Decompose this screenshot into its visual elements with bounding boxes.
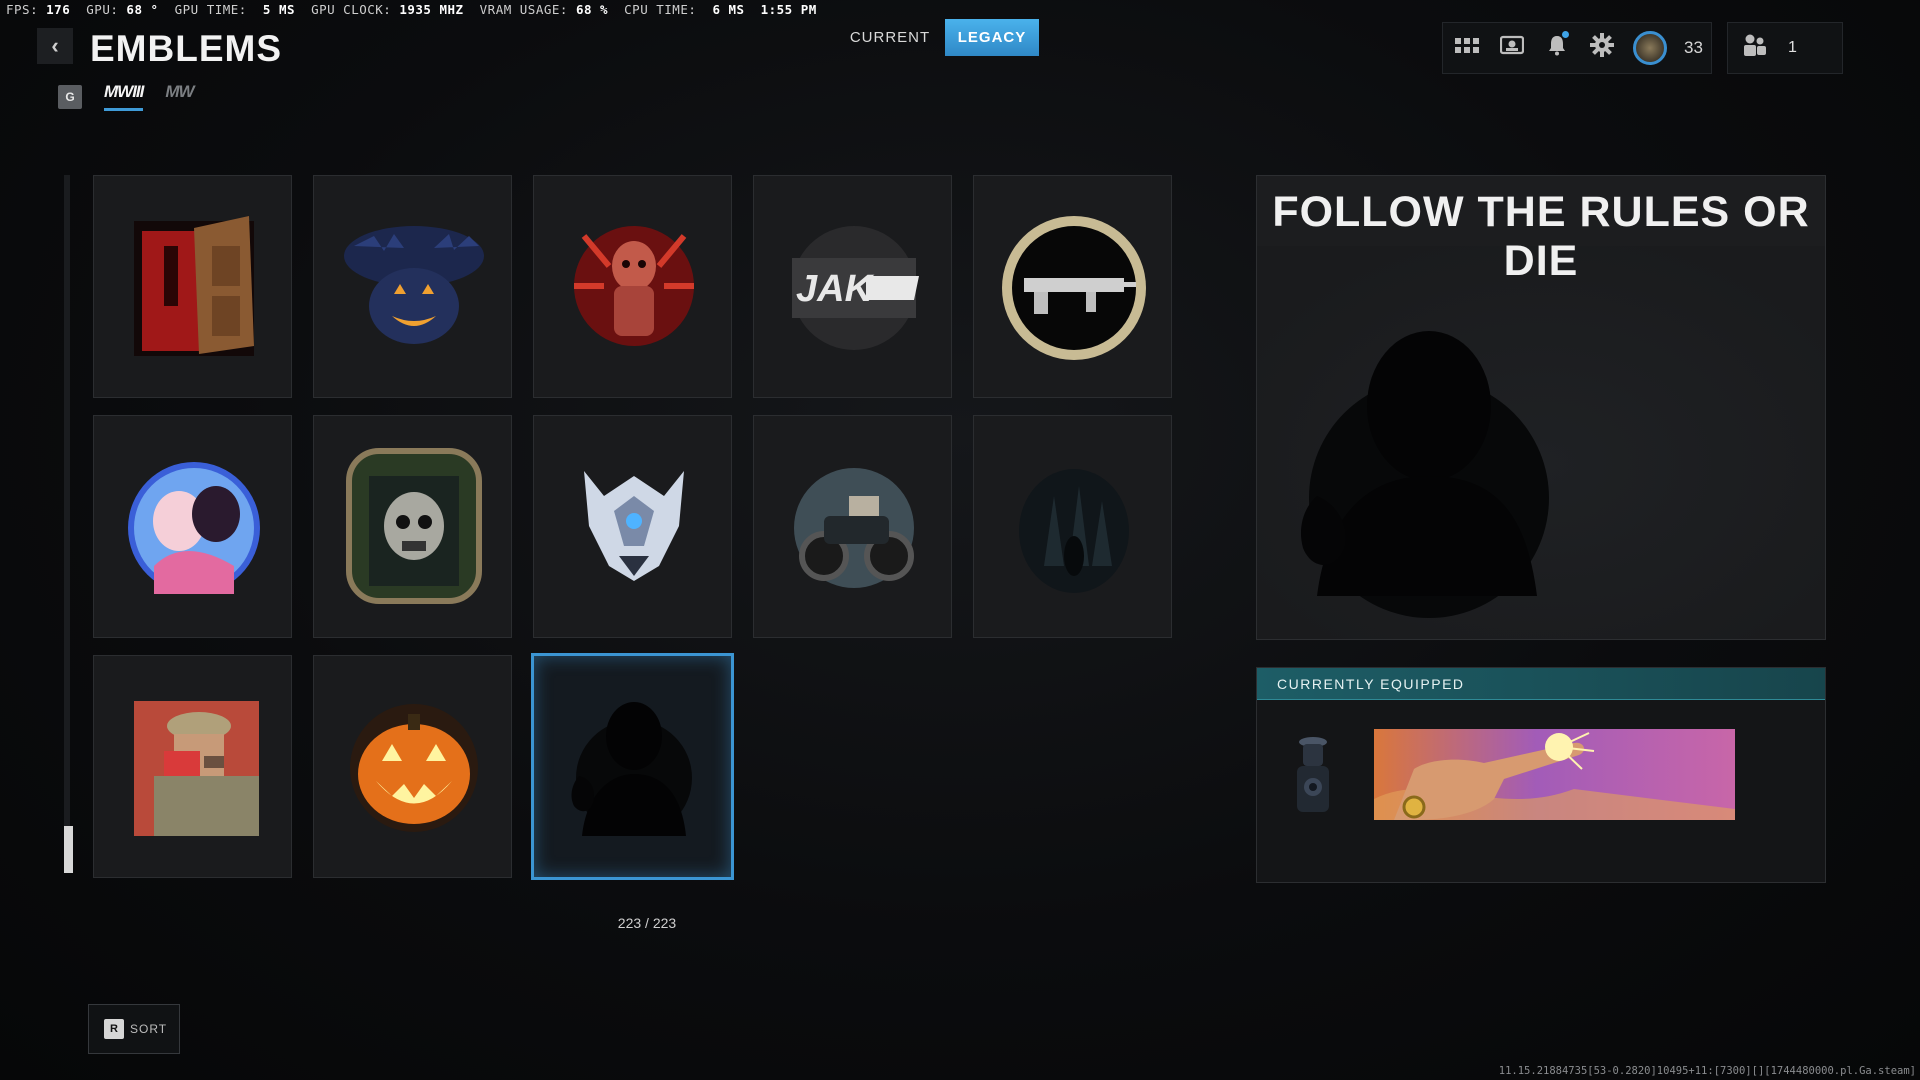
anime-couple-emblem-image bbox=[128, 462, 260, 594]
sort-label: SORT bbox=[130, 1022, 168, 1036]
sort-key-hint: R bbox=[104, 1019, 124, 1039]
cpu-time-value: 6 MS bbox=[712, 2, 745, 17]
currently-equipped-header: CURRENTLY EQUIPPED bbox=[1257, 668, 1825, 700]
party-panel[interactable]: 1 bbox=[1727, 22, 1843, 74]
bat-pumpkin-emblem-tile[interactable] bbox=[313, 175, 512, 398]
dark-forest-emblem-tile[interactable] bbox=[973, 415, 1172, 638]
gpu-time-value: 5 MS bbox=[262, 2, 295, 17]
jak-arms-emblem-tile[interactable]: JAK bbox=[753, 175, 952, 398]
player-level: 33 bbox=[1684, 38, 1703, 57]
id-card-icon[interactable] bbox=[1498, 35, 1526, 61]
page-title: EMBLEMS bbox=[90, 28, 282, 69]
party-icon bbox=[1740, 33, 1768, 63]
anime-couple-emblem-tile[interactable] bbox=[93, 415, 292, 638]
emblem-preview-panel: FOLLOW THE RULES OR DIE bbox=[1256, 175, 1826, 640]
bell-icon[interactable] bbox=[1543, 31, 1571, 62]
crystal-wolf-emblem-image bbox=[584, 471, 684, 581]
rifle-ring-emblem-image bbox=[1002, 216, 1146, 360]
jack-o-lantern-emblem-tile[interactable] bbox=[313, 655, 512, 878]
door-emblem-tile[interactable] bbox=[93, 175, 292, 398]
red-monster-emblem-tile[interactable] bbox=[533, 175, 732, 398]
notification-dot bbox=[1562, 31, 1569, 38]
crystal-wolf-emblem-tile[interactable] bbox=[533, 415, 732, 638]
equipped-calling-card[interactable] bbox=[1374, 729, 1735, 820]
chevron-left-icon: ‹ bbox=[51, 33, 59, 58]
motorcycle-emblem-tile[interactable] bbox=[753, 415, 952, 638]
tab-mwiii[interactable]: MWIII bbox=[104, 82, 144, 111]
grid-scrollbar-thumb[interactable] bbox=[64, 826, 73, 873]
party-count: 1 bbox=[1788, 39, 1797, 56]
dark-forest-emblem-image bbox=[1019, 469, 1129, 593]
jak-arms-emblem-image: JAK bbox=[792, 226, 919, 350]
tab-legacy[interactable]: LEGACY bbox=[945, 19, 1039, 56]
grid-scrollbar-track[interactable] bbox=[64, 175, 70, 873]
gpu-temp-value: 68 ° bbox=[126, 2, 159, 17]
player-avatar[interactable] bbox=[1633, 31, 1667, 65]
rifle-ring-emblem-tile[interactable] bbox=[973, 175, 1172, 398]
gpu-time-label: GPU TIME: bbox=[174, 2, 247, 17]
mode-tabs: CURRENT LEGACY bbox=[835, 19, 1039, 56]
grid-icon[interactable] bbox=[1453, 35, 1481, 61]
performance-overlay: FPS: 176 GPU: 68 ° GPU TIME: 5 MS GPU CL… bbox=[6, 2, 817, 17]
emblem-counter: 223 / 223 bbox=[617, 915, 677, 931]
tab-current[interactable]: CURRENT bbox=[835, 19, 945, 56]
top-right-toolbar: 33 bbox=[1442, 22, 1712, 74]
skull-frame-emblem-tile[interactable] bbox=[313, 415, 512, 638]
jack-o-lantern-emblem-image bbox=[350, 704, 478, 832]
equipped-operator-figure bbox=[1297, 737, 1329, 812]
bat-pumpkin-emblem-image bbox=[344, 226, 484, 344]
silhouette-emblem-image bbox=[571, 702, 692, 836]
gear-icon[interactable] bbox=[1588, 33, 1616, 63]
game-filter-tabs: G MWIII MW bbox=[58, 82, 195, 111]
currently-equipped-panel: CURRENTLY EQUIPPED bbox=[1256, 667, 1826, 883]
vram-label: VRAM USAGE: bbox=[479, 2, 568, 17]
door-emblem-image bbox=[134, 216, 254, 356]
gpu-clock-value: 1935 MHZ bbox=[399, 2, 464, 17]
gpu-label: GPU: bbox=[86, 2, 119, 17]
silhouette-emblem-tile[interactable] bbox=[531, 653, 734, 880]
cpu-time-label: CPU TIME: bbox=[624, 2, 697, 17]
skull-frame-emblem-image bbox=[346, 448, 482, 604]
build-info: 11.15.21884735[53-0.2820]10495+11:[7300]… bbox=[1498, 1065, 1916, 1077]
soldier-book-emblem-image bbox=[134, 701, 259, 836]
fps-label: FPS: bbox=[6, 2, 39, 17]
tab-mw[interactable]: MW bbox=[165, 82, 194, 111]
sort-button[interactable]: R SORT bbox=[88, 1004, 180, 1054]
all-games-badge[interactable]: G bbox=[58, 84, 82, 109]
back-button[interactable]: ‹ bbox=[37, 28, 73, 64]
motorcycle-emblem-image bbox=[794, 468, 914, 588]
jak-logo-text: JAK bbox=[796, 268, 875, 310]
vram-value: 68 % bbox=[575, 2, 609, 17]
soldier-book-emblem-tile[interactable] bbox=[93, 655, 292, 878]
clock: 1:55 PM bbox=[760, 2, 817, 17]
fps-value: 176 bbox=[46, 2, 71, 17]
gpu-clock-label: GPU CLOCK: bbox=[311, 2, 392, 17]
red-monster-emblem-image bbox=[574, 226, 694, 346]
preview-title: FOLLOW THE RULES OR DIE bbox=[1272, 188, 1810, 285]
